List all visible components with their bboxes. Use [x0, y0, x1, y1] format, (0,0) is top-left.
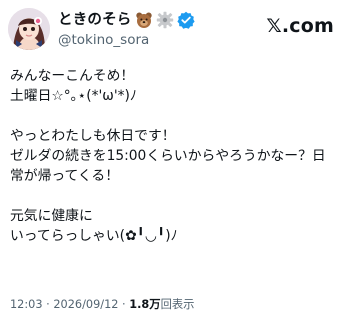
post-text-line: [10, 106, 342, 126]
post-text-line: [10, 186, 342, 206]
author-display-name[interactable]: ときのそら: [58, 10, 132, 30]
post-text-line: いってらっしゃい(✿╹◡╹)ﾉ: [10, 228, 178, 244]
views-count: 1.8万: [129, 298, 161, 311]
meta-separator: ·: [42, 298, 54, 311]
x-post-card: ときのそら @tokino_sora 𝕏.com みんなーこんそめ！ 土曜日☆°…: [0, 0, 350, 319]
post-text-line: みんなーこんそめ！: [10, 68, 135, 84]
post-date[interactable]: 2026/09/12: [53, 298, 118, 311]
verified-badge-icon: [176, 11, 195, 29]
display-name-row: ときのそら: [58, 10, 258, 30]
x-logo[interactable]: 𝕏.com: [266, 14, 334, 38]
post-text-line: ゼルダの続きを15:00くらいからやろうかなー？日: [10, 148, 326, 164]
post-header: ときのそら @tokino_sora 𝕏.com: [8, 8, 340, 50]
avatar-illustration: [8, 8, 50, 50]
bear-icon: [135, 11, 153, 29]
x-logo-text: 𝕏.com: [266, 15, 334, 37]
post-text-line: 土曜日☆°｡⋆(*'ω'*)ﾉ: [10, 88, 137, 104]
post-text-line: やっとわたしも休日です！: [10, 128, 176, 144]
gear-icon: [156, 11, 174, 29]
meta-separator: ·: [118, 298, 130, 311]
post-meta: 12:03 · 2026/09/12 · 1.8万回表示: [10, 297, 342, 313]
author-handle[interactable]: @tokino_sora: [58, 31, 258, 50]
post-time[interactable]: 12:03: [10, 298, 43, 311]
views-label: 回表示: [160, 298, 195, 311]
post-body: みんなーこんそめ！ 土曜日☆°｡⋆(*'ω'*)ﾉ やっとわたしも休日です！ ゼ…: [10, 66, 342, 246]
author-info: ときのそら @tokino_sora: [58, 10, 258, 50]
post-text-line: 元気に健康に: [10, 208, 93, 224]
author-avatar[interactable]: [8, 8, 50, 50]
post-text-line: 常が帰ってくる！: [10, 168, 119, 184]
